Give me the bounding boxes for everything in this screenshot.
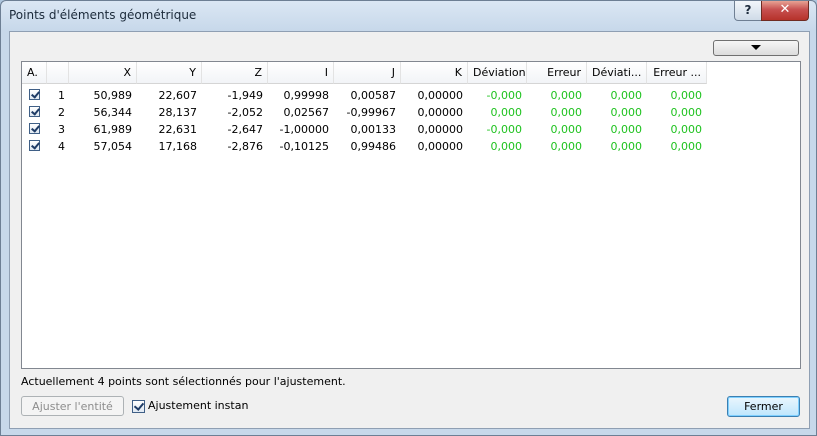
table-cell: -2,876 xyxy=(227,140,263,153)
table-cell: 56,344 xyxy=(93,106,133,119)
table-cell: 4 xyxy=(58,140,65,153)
table-cell: 0,02567 xyxy=(283,106,330,119)
dialog-client-area: A. X Y Z I J K Déviation Erreur Déviati... Erreur … xyxy=(9,31,810,429)
row-include-checkbox[interactable] xyxy=(29,140,40,151)
table-cell: 0,000 xyxy=(670,106,703,119)
dialog-window: Points d'éléments géométrique ? ✕ A. X Y Z I… xyxy=(0,0,817,436)
table-cell: 0,00000 xyxy=(417,106,464,119)
options-dropdown-button[interactable] xyxy=(713,40,799,56)
table-cell: 0,00000 xyxy=(417,140,464,153)
table-cell: 22,631 xyxy=(158,123,198,136)
column-header-1[interactable] xyxy=(47,62,69,84)
table-cell: 0,000 xyxy=(670,140,703,153)
table-cell: 0,00587 xyxy=(350,89,397,102)
table-cell: -0,000 xyxy=(486,123,522,136)
table-cell: -0,10125 xyxy=(279,140,329,153)
table-cell: 0,99998 xyxy=(283,89,330,102)
column-header-3[interactable]: Y xyxy=(137,62,202,84)
table-row[interactable]: 3 61,989 22,631 -2,647 -1,00000 0,00133 0,0000… xyxy=(22,121,707,138)
column-header-8[interactable]: Déviation xyxy=(468,62,527,84)
table-cell: 0,000 xyxy=(670,89,703,102)
row-include-checkbox[interactable] xyxy=(29,106,40,117)
column-header-5[interactable]: I xyxy=(268,62,334,84)
column-header-10[interactable]: Déviati... xyxy=(587,62,647,84)
table-cell: 17,168 xyxy=(158,140,198,153)
table-cell: 0,000 xyxy=(490,106,523,119)
table-cell: 0,000 xyxy=(610,106,643,119)
table-cell: 0,000 xyxy=(550,89,583,102)
title-bar[interactable]: Points d'éléments géométrique ? ✕ xyxy=(1,1,816,31)
table-cell: -2,647 xyxy=(227,123,263,136)
table-cell: -1,949 xyxy=(227,89,263,102)
table-cell: 0,000 xyxy=(490,140,523,153)
table-cell: 0,000 xyxy=(610,89,643,102)
table-cell: 0,000 xyxy=(550,123,583,136)
table-cell: 0,000 xyxy=(550,140,583,153)
table-cell: 28,137 xyxy=(158,106,198,119)
close-button[interactable]: Fermer xyxy=(727,396,800,417)
selection-status: Actuellement 4 points sont sélectionnés … xyxy=(21,375,346,388)
adjust-entity-button[interactable]: Ajuster l'entité xyxy=(21,396,124,416)
table-cell: 61,989 xyxy=(93,123,133,136)
window-title: Points d'éléments géométrique xyxy=(9,8,197,22)
column-header-9[interactable]: Erreur xyxy=(527,62,587,84)
table-row[interactable]: 2 56,344 28,137 -2,052 0,02567 -0,99967 0,0000… xyxy=(22,104,707,121)
table-row[interactable]: 1 50,989 22,607 -1,949 0,99998 0,00587 0,00000… xyxy=(22,87,707,104)
close-window-button[interactable]: ✕ xyxy=(761,1,809,21)
help-button[interactable]: ? xyxy=(734,1,762,21)
table-cell: 3 xyxy=(58,123,65,136)
table-cell: 0,00000 xyxy=(417,123,464,136)
table-cell: 2 xyxy=(58,106,65,119)
table-row[interactable]: 4 57,054 17,168 -2,876 -0,10125 0,99486 0,0000… xyxy=(22,138,707,155)
table-cell: 0,00133 xyxy=(350,123,397,136)
table-cell: 57,054 xyxy=(93,140,133,153)
table-cell: 0,000 xyxy=(610,123,643,136)
chevron-down-icon xyxy=(751,45,761,50)
table-cell: 0,000 xyxy=(550,106,583,119)
column-header-7[interactable]: K xyxy=(401,62,468,84)
column-header-0[interactable]: A. xyxy=(22,62,47,84)
table-cell: 0,99486 xyxy=(350,140,397,153)
column-header-6[interactable]: J xyxy=(334,62,401,84)
column-header-2[interactable]: X xyxy=(69,62,137,84)
grid-header: A. X Y Z I J K Déviation Erreur Déviati... Erreur … xyxy=(22,62,707,84)
table-cell: 22,607 xyxy=(158,89,198,102)
column-header-11[interactable]: Erreur ... xyxy=(647,62,707,84)
row-include-checkbox[interactable] xyxy=(29,123,40,134)
instant-adjust-label: Ajustement instantané xyxy=(148,399,248,412)
table-cell: -0,000 xyxy=(486,89,522,102)
row-include-checkbox[interactable] xyxy=(29,89,40,100)
table-cell: -0,99967 xyxy=(346,106,396,119)
table-cell: -1,00000 xyxy=(279,123,329,136)
table-cell: 50,989 xyxy=(93,89,133,102)
table-cell: -2,052 xyxy=(227,106,263,119)
instant-adjust-checkbox[interactable] xyxy=(132,400,145,413)
table-cell: 1 xyxy=(58,89,65,102)
points-grid[interactable]: A. X Y Z I J K Déviation Erreur Déviati... Erreur … xyxy=(21,61,801,369)
column-header-4[interactable]: Z xyxy=(202,62,268,84)
table-cell: 0,000 xyxy=(670,123,703,136)
table-cell: 0,00000 xyxy=(417,89,464,102)
table-cell: 0,000 xyxy=(610,140,643,153)
